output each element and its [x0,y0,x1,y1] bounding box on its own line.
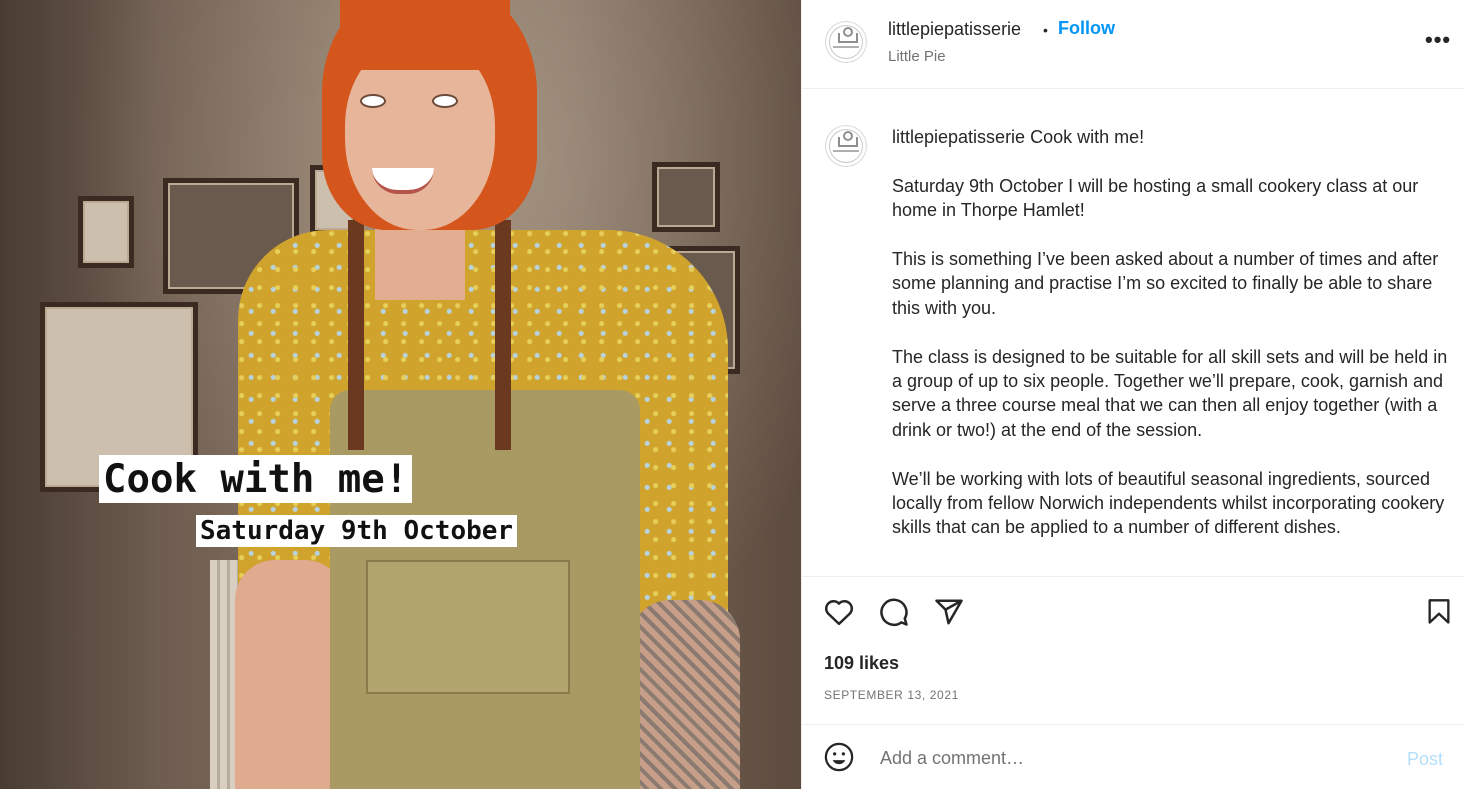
crown-logo-icon [838,131,858,147]
heart-icon[interactable] [822,595,856,629]
caption-username[interactable]: littlepiepatisserie [892,127,1025,147]
like-count[interactable]: 109 likes [824,653,899,674]
person-neck [375,220,465,300]
caption-paragraph: We’ll be working with lots of beautiful … [892,468,1445,538]
post-date[interactable]: SEPTEMBER 13, 2021 [824,688,959,702]
caption-avatar[interactable] [825,125,867,167]
instagram-post: Cook with me! Saturday 9th October littl… [0,0,1464,789]
crown-logo-icon [838,27,858,43]
logo-line [833,150,859,152]
person-bangs [340,0,510,70]
wall-frame [78,196,134,268]
post-header: littlepiepatisserie • Follow Little Pie … [802,0,1464,89]
caption-scroll-area[interactable]: littlepiepatisserie Cook with me! Saturd… [802,89,1464,577]
logo-line [833,46,859,48]
bookmark-icon[interactable] [1422,595,1456,629]
caption-headline: Cook with me! [1030,127,1145,147]
apron-strap [495,220,511,450]
profile-avatar[interactable] [825,21,867,63]
person-eye [432,94,458,108]
caption-paragraph: This is something I’ve been asked about … [892,249,1439,318]
follow-button[interactable]: Follow [1058,18,1115,39]
person-arm [235,560,345,789]
post-photo[interactable]: Cook with me! Saturday 9th October [0,0,801,789]
location-subtitle[interactable]: Little Pie [888,48,946,65]
wall-frame [652,162,720,232]
person-tattooed-arm [630,600,740,789]
caption-paragraph: The class is designed to be suitable for… [892,346,1448,440]
caption-text: littlepiepatisserie Cook with me! Saturd… [892,125,1452,564]
header-username[interactable]: littlepiepatisserie [888,19,1021,40]
photo-caption-main: Cook with me! [99,455,413,503]
comment-composer: Post [802,725,1464,789]
post-actions: 109 likes SEPTEMBER 13, 2021 [802,577,1464,725]
apron-strap [348,220,364,450]
post-side-panel: littlepiepatisserie • Follow Little Pie … [801,0,1464,789]
apron-pocket [366,560,570,694]
photo-caption-sub: Saturday 9th October [196,515,518,547]
comment-icon[interactable] [877,595,911,629]
caption-first-line: littlepiepatisserie Cook with me! [892,125,1452,149]
comment-input[interactable] [878,744,1402,772]
caption-paragraph: Saturday 9th October I will be hosting a… [892,175,1419,221]
separator-dot: • [1043,22,1048,38]
emoji-icon[interactable] [822,740,856,774]
person-eye [360,94,386,108]
post-comment-button[interactable]: Post [1407,749,1443,770]
more-options-icon[interactable]: ••• [1425,27,1451,53]
share-icon[interactable] [932,595,966,629]
